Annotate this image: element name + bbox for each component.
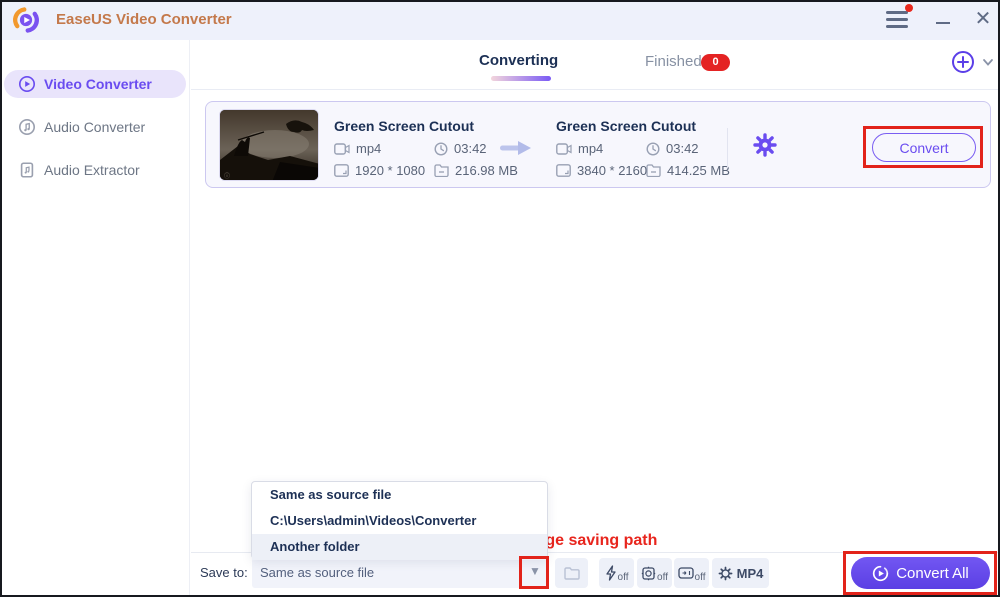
duration-icon <box>434 141 448 156</box>
source-duration: 03:42 <box>434 141 487 156</box>
titlebar: EaseUS Video Converter ✕ <box>0 0 1000 40</box>
lightning-icon <box>605 565 616 581</box>
file-card: ⓘ Green Screen Cutout mp4 03:42 1920 * 1… <box>205 101 991 188</box>
annotation-box-caret: ▼ <box>519 556 549 589</box>
resolution-icon <box>334 164 349 177</box>
device-setting-off-button[interactable]: off <box>637 558 672 588</box>
tab-finished[interactable]: Finished <box>645 53 702 70</box>
menu-icon[interactable] <box>886 10 914 30</box>
save-path-value: Same as source file <box>260 565 375 580</box>
open-folder-button[interactable] <box>555 558 588 588</box>
sidebar-item-audio-converter[interactable]: Audio Converter <box>4 113 186 141</box>
active-tab-underline <box>491 76 551 81</box>
source-format: mp4 <box>334 141 381 156</box>
folder-icon <box>563 566 580 580</box>
dropdown-item-same-as-source[interactable]: Same as source file <box>252 482 547 508</box>
source-file-title: Green Screen Cutout <box>334 118 475 134</box>
output-format-button[interactable]: MP4 <box>712 558 769 588</box>
high-speed-off-button[interactable]: off <box>599 558 634 588</box>
merge-off-button[interactable]: off <box>674 558 709 588</box>
app-window: EaseUS Video Converter ✕ Video Converter… <box>0 0 1000 597</box>
close-button[interactable]: ✕ <box>970 6 996 32</box>
convert-button[interactable]: Convert <box>872 133 976 162</box>
annotation-box-convert-all <box>843 551 997 595</box>
chevron-down-icon[interactable] <box>981 55 995 69</box>
sidebar-item-label: Audio Extractor <box>44 162 140 178</box>
arrow-right-icon <box>500 141 531 155</box>
play-circle-icon <box>18 75 36 93</box>
target-duration: 03:42 <box>646 141 699 156</box>
resolution-icon <box>556 164 571 177</box>
minimize-button[interactable] <box>931 8 955 32</box>
off-label: off <box>694 571 706 583</box>
audio-circle-icon <box>18 118 36 136</box>
dropdown-item-converter-path[interactable]: C:\Users\admin\Videos\Converter <box>252 508 547 534</box>
app-title: EaseUS Video Converter <box>56 11 232 28</box>
device-gear-icon <box>641 566 656 580</box>
notification-dot <box>905 4 913 12</box>
gear-icon <box>718 566 733 580</box>
sidebar-item-label: Video Converter <box>44 76 152 92</box>
target-format: mp4 <box>556 141 603 156</box>
duration-icon <box>646 141 660 156</box>
source-resolution: 1920 * 1080 <box>334 163 425 178</box>
tab-bar <box>191 40 1000 90</box>
video-format-icon <box>556 142 572 155</box>
source-filesize: 216.98 MB <box>434 163 518 178</box>
filesize-icon <box>434 164 449 177</box>
svg-text:ⓘ: ⓘ <box>224 172 230 180</box>
merge-icon <box>677 567 694 579</box>
video-thumbnail: ⓘ <box>219 109 319 181</box>
off-label: off <box>617 571 629 583</box>
app-logo-icon <box>13 7 39 33</box>
settings-gear-icon[interactable] <box>752 132 778 158</box>
sidebar-item-label: Audio Converter <box>44 119 146 135</box>
target-file-title: Green Screen Cutout <box>556 118 697 134</box>
audio-file-icon <box>20 162 34 178</box>
save-to-label: Save to: <box>200 565 248 580</box>
target-filesize: 414.25 MB <box>646 163 730 178</box>
target-resolution: 3840 * 2160 <box>556 163 647 178</box>
sidebar: Video Converter Audio Converter Audio Ex… <box>0 40 190 597</box>
format-label: MP4 <box>736 565 764 581</box>
sidebar-item-audio-extractor[interactable]: Audio Extractor <box>4 156 186 184</box>
divider <box>727 128 728 168</box>
off-label: off <box>657 571 668 583</box>
dropdown-caret-icon[interactable]: ▼ <box>529 564 541 578</box>
dropdown-item-another-folder[interactable]: Another folder <box>252 534 547 560</box>
finished-count-badge: 0 <box>701 54 730 71</box>
save-path-field[interactable]: Same as source file <box>252 558 548 588</box>
add-file-button[interactable] <box>951 50 975 74</box>
video-format-icon <box>334 142 350 155</box>
save-path-dropdown: Same as source file C:\Users\admin\Video… <box>251 481 548 560</box>
filesize-icon <box>646 164 661 177</box>
tab-converting[interactable]: Converting <box>479 52 558 69</box>
sidebar-item-video-converter[interactable]: Video Converter <box>4 70 186 98</box>
